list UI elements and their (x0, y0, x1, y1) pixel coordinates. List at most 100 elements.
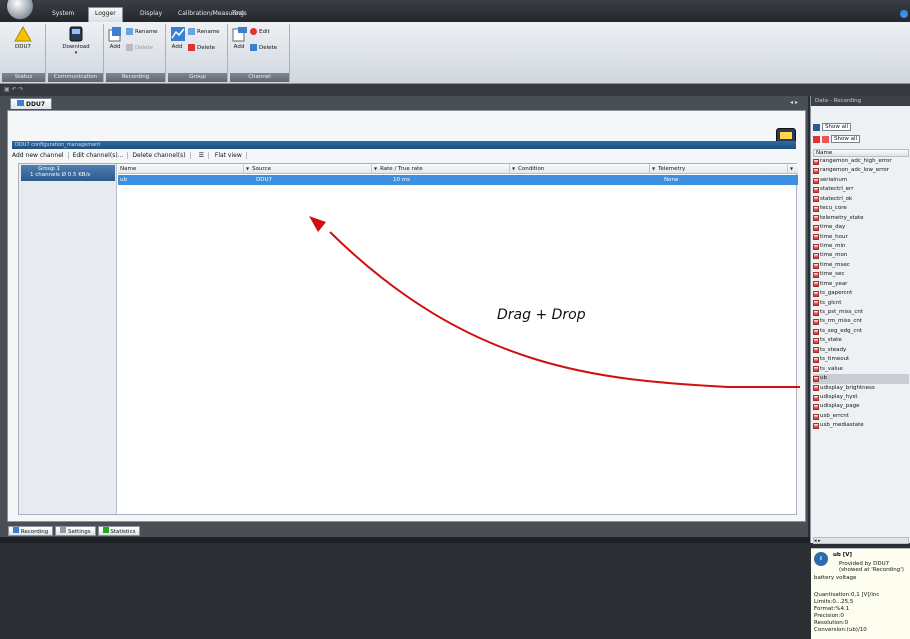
tab-settings-label: Settings (68, 529, 91, 535)
variable-name: udisplay_hyst (820, 393, 858, 400)
variable-name: ub (820, 375, 827, 382)
variable-icon (813, 300, 819, 307)
tab-statistics[interactable]: Statistics (97, 526, 141, 536)
variable-icon (813, 413, 819, 420)
settings-icon (60, 527, 67, 533)
variable-icon (813, 404, 819, 411)
drag-arrow-icon (309, 216, 800, 388)
variable-name: usb_mediastate (820, 422, 864, 429)
show-all-label-2: Show all (831, 135, 861, 143)
variable-icon (813, 375, 819, 382)
list-item[interactable]: statectrl_ok (813, 195, 909, 204)
list-item[interactable]: ts_value (813, 365, 909, 374)
list-item[interactable]: udisplay_brightness (813, 384, 909, 393)
list-item[interactable]: time_mon (813, 251, 909, 260)
info-showed: (showed at 'Recording') (839, 567, 904, 573)
list-item[interactable]: ts_glcnt (813, 299, 909, 308)
variable-info-panel: i ub [V] Provided by DDU7 (showed at 'Re… (811, 548, 910, 639)
list-item[interactable]: serialnum (813, 176, 909, 185)
variable-name: tecu_core (820, 205, 847, 212)
data-recording-panel: Data - Recording Show all Show all Name … (810, 96, 910, 639)
variable-name: udisplay_page (820, 403, 860, 410)
variable-icon (813, 356, 819, 363)
list-item[interactable]: ts_state (813, 336, 909, 345)
variable-icon (813, 347, 819, 354)
show-all-button-2[interactable]: Show all (813, 135, 861, 143)
variable-icon (813, 394, 819, 401)
list-item[interactable]: tecu_core (813, 204, 909, 213)
variable-name: ts_rm_miss_cnt (820, 318, 863, 325)
variable-name: time_year (820, 280, 848, 287)
blue-filter-icon (813, 123, 820, 131)
info-conversion: Conversion:(ub)/10 (814, 627, 867, 633)
list-item[interactable]: ts_steady (813, 346, 909, 355)
list-item[interactable]: ts_rm_miss_cnt (813, 317, 909, 326)
variable-name: telemetry_state (820, 214, 864, 221)
variable-icon (813, 366, 819, 373)
list-item[interactable]: ts_timeout (813, 355, 909, 364)
list-item[interactable]: udisplay_hyst (813, 393, 909, 402)
show-all-button-1[interactable]: Show all (813, 123, 852, 131)
variable-name: ts_steady (820, 346, 847, 353)
variable-name: time_msec (820, 261, 850, 268)
variable-name: time_mon (820, 252, 848, 259)
list-item[interactable]: telemetry_state (813, 214, 909, 223)
variable-icon (813, 338, 819, 345)
bottom-tabs: Recording Settings Statistics (8, 526, 141, 536)
variable-name: statectrl_ok (820, 195, 853, 202)
tab-recording-label: Recording (20, 529, 49, 535)
variable-icon (813, 262, 819, 269)
variable-name: ts_timeout (820, 356, 850, 363)
variable-name: ts_value (820, 365, 843, 372)
tab-statistics-label: Statistics (110, 529, 136, 535)
list-item[interactable]: rangemon_adc_high_error (813, 157, 909, 166)
recording-icon (13, 527, 19, 533)
variable-name: time_min (820, 242, 846, 249)
variable-icon (813, 319, 819, 326)
tab-settings[interactable]: Settings (55, 526, 96, 536)
list-item[interactable]: time_year (813, 280, 909, 289)
info-precision: Precision:0 (814, 613, 844, 619)
list-item[interactable]: time_sec (813, 270, 909, 279)
info-format: Format:%4.1 (814, 606, 850, 612)
variable-name: rangemon_adc_low_error (820, 167, 890, 174)
list-item[interactable]: rangemon_adc_low_error (813, 166, 909, 175)
variable-icon (813, 271, 819, 278)
variable-name: ts_seg_edg_cnt (820, 327, 863, 334)
panel-title-data: Data - Recording (811, 96, 910, 106)
list-item[interactable]: time_msec (813, 261, 909, 270)
list-item[interactable]: ts_gapercnt (813, 289, 909, 298)
variable-icon (813, 253, 819, 260)
name-column-header[interactable]: Name (813, 149, 909, 157)
list-item[interactable]: usb_errcnt (813, 412, 909, 421)
variable-icon (813, 187, 819, 194)
variable-icon (813, 234, 819, 241)
list-item[interactable]: time_min (813, 242, 909, 251)
variable-name: rangemon_adc_high_error (820, 158, 892, 164)
tab-recording[interactable]: Recording (8, 526, 54, 536)
variable-name: ts_state (820, 337, 842, 344)
info-icon: i (814, 552, 828, 566)
list-item[interactable]: udisplay_page (813, 402, 909, 411)
variable-icon (813, 158, 819, 165)
variable-name: ts_pst_miss_cnt (820, 309, 864, 315)
variable-icon (813, 196, 819, 203)
list-item[interactable]: time_hour (813, 233, 909, 242)
list-item[interactable]: statectrl_err (813, 185, 909, 194)
variable-icon (813, 224, 819, 231)
variable-name: ts_glcnt (820, 299, 842, 306)
variable-icon (813, 177, 819, 184)
variable-icon (813, 385, 819, 392)
info-title: ub [V] (833, 552, 853, 558)
list-item[interactable]: usb_mediastate (813, 421, 909, 430)
variable-icon (813, 168, 819, 175)
list-item[interactable]: ub (813, 374, 909, 384)
list-item[interactable]: ts_seg_edg_cnt (813, 327, 909, 336)
list-item[interactable]: ts_pst_miss_cnt (813, 308, 909, 317)
info-resolution: Resolution:0 (814, 620, 849, 626)
list-item[interactable]: time_day (813, 223, 909, 232)
show-all-label-1: Show all (822, 123, 852, 131)
variable-icon (813, 422, 819, 429)
info-limits: Limits:0...25,5 (814, 599, 854, 605)
variable-name: time_sec (820, 271, 845, 278)
